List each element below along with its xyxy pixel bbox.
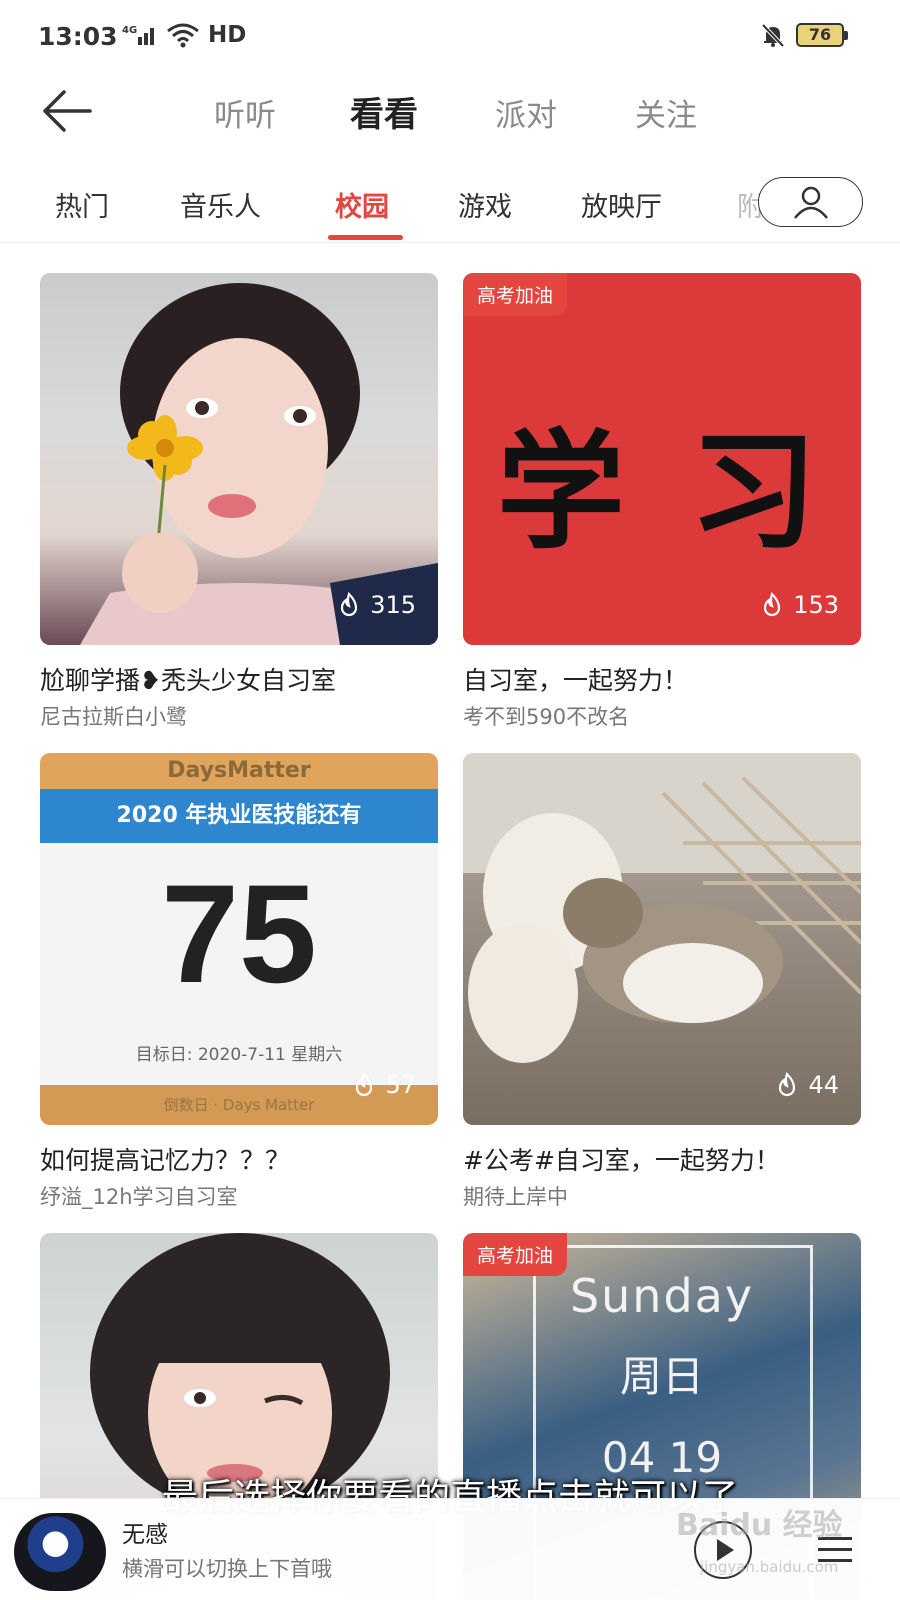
person-icon: [793, 186, 828, 219]
flame-icon: [764, 592, 781, 617]
flame-icon: [341, 592, 358, 617]
network-indicators: 4G HD: [122, 22, 246, 48]
flame-icon: [356, 1072, 373, 1097]
cover-number: 75: [161, 855, 317, 1012]
stream-card[interactable]: 315 尬聊学播❥秃头少女自习室 尼古拉斯白小鹭: [40, 273, 438, 731]
card-title: 如何提高记忆力？？？: [40, 1146, 291, 1175]
badge: 高考加油: [463, 273, 568, 316]
tab-party[interactable]: 派对: [495, 90, 557, 135]
category-game[interactable]: 游戏: [458, 185, 512, 224]
category-cinema[interactable]: 放映厅: [581, 185, 662, 224]
heat-indicator: 315: [336, 591, 416, 619]
heat-indicator: 44: [774, 1071, 839, 1099]
cover-text: 学 习: [496, 417, 828, 567]
stream-card[interactable]: 44 #公考#自习室，一起努力！ 期待上岸中: [463, 753, 861, 1211]
watermark-url: jingyan.baidu.com: [700, 1558, 839, 1576]
stream-thumbnail[interactable]: DaysMatter 2020 年执业医技能还有 75 目标日: 2020-7-…: [40, 753, 438, 1125]
heat-indicator: 57: [351, 1071, 416, 1099]
heat-count: 153: [793, 591, 839, 619]
card-title: #公考#自习室，一起努力！: [463, 1146, 780, 1175]
stream-thumbnail[interactable]: 315: [40, 273, 438, 645]
card-author: 期待上岸中: [463, 1185, 568, 1209]
top-tabs: 听听 看看 派对 关注: [0, 72, 900, 152]
cover-header: 2020 年执业医技能还有: [40, 789, 438, 843]
cover-portrait-illustration: [80, 283, 438, 645]
card-title: 尬聊学播❥秃头少女自习室: [40, 666, 336, 695]
stream-thumbnail[interactable]: 学 习 高考加油 153: [463, 273, 861, 645]
stream-card[interactable]: DaysMatter 2020 年执业医技能还有 75 目标日: 2020-7-…: [40, 753, 438, 1211]
cover-dogs-illustration: [463, 753, 861, 1063]
song-title: 无感: [122, 1522, 168, 1548]
cover-line1: Sunday: [569, 1269, 755, 1323]
category-tabs: 热门 音乐人 校园 游戏 放映厅 附: [0, 165, 900, 243]
mute-bell-icon: [761, 23, 785, 48]
wifi-icon: [167, 23, 199, 48]
svg-text:4G: 4G: [122, 25, 137, 36]
top-navigation: 听听 看看 派对 关注: [0, 72, 900, 152]
heat-count: 57: [385, 1071, 416, 1099]
cover-line2: 周日: [619, 1352, 704, 1401]
stream-card[interactable]: 学 习 高考加油 153 自习室，一起努力！ 考不到590不改名: [463, 273, 861, 731]
hd-indicator: HD: [208, 22, 247, 48]
flame-icon: [779, 1072, 796, 1097]
watermark-brand: Baidu 经验: [676, 1508, 843, 1543]
tab-listen[interactable]: 听听: [214, 90, 276, 135]
page: 13:03 4G HD 76 听听 看看 派对 关注 热门 音乐人 校园 游戏 …: [0, 0, 900, 1600]
heat-count: 315: [370, 591, 416, 619]
card-author: 考不到590不改名: [463, 705, 630, 729]
status-right: 76: [760, 22, 848, 48]
stream-thumbnail[interactable]: 44: [463, 753, 861, 1125]
tab-watch[interactable]: 看看: [350, 87, 418, 136]
player-hint: 横滑可以切换上下首哦: [122, 1557, 332, 1581]
heat-indicator: 153: [759, 591, 839, 619]
category-hot[interactable]: 热门: [55, 185, 109, 224]
card-author: 尼古拉斯白小鹭: [40, 705, 187, 729]
category-campus[interactable]: 校园: [335, 185, 389, 224]
heat-count: 44: [808, 1071, 839, 1099]
cover-app-name: DaysMatter: [40, 753, 438, 789]
tab-follow[interactable]: 关注: [635, 90, 697, 135]
album-avatar[interactable]: [14, 1513, 106, 1591]
card-author: 纾溢_12h学习自习室: [40, 1185, 238, 1209]
cover-target-date: 目标日: 2020-7-11 星期六: [135, 1045, 343, 1065]
status-bar: 13:03 4G HD 76: [0, 0, 900, 72]
battery-indicator: 76: [796, 23, 848, 47]
category-musician[interactable]: 音乐人: [180, 185, 261, 224]
card-title: 自习室，一起努力！: [463, 666, 689, 695]
active-tab-indicator: [328, 235, 403, 240]
profile-button[interactable]: [758, 177, 863, 227]
status-time: 13:03: [38, 22, 118, 51]
badge: 高考加油: [463, 1233, 568, 1276]
signal-icon: 4G: [122, 25, 154, 45]
